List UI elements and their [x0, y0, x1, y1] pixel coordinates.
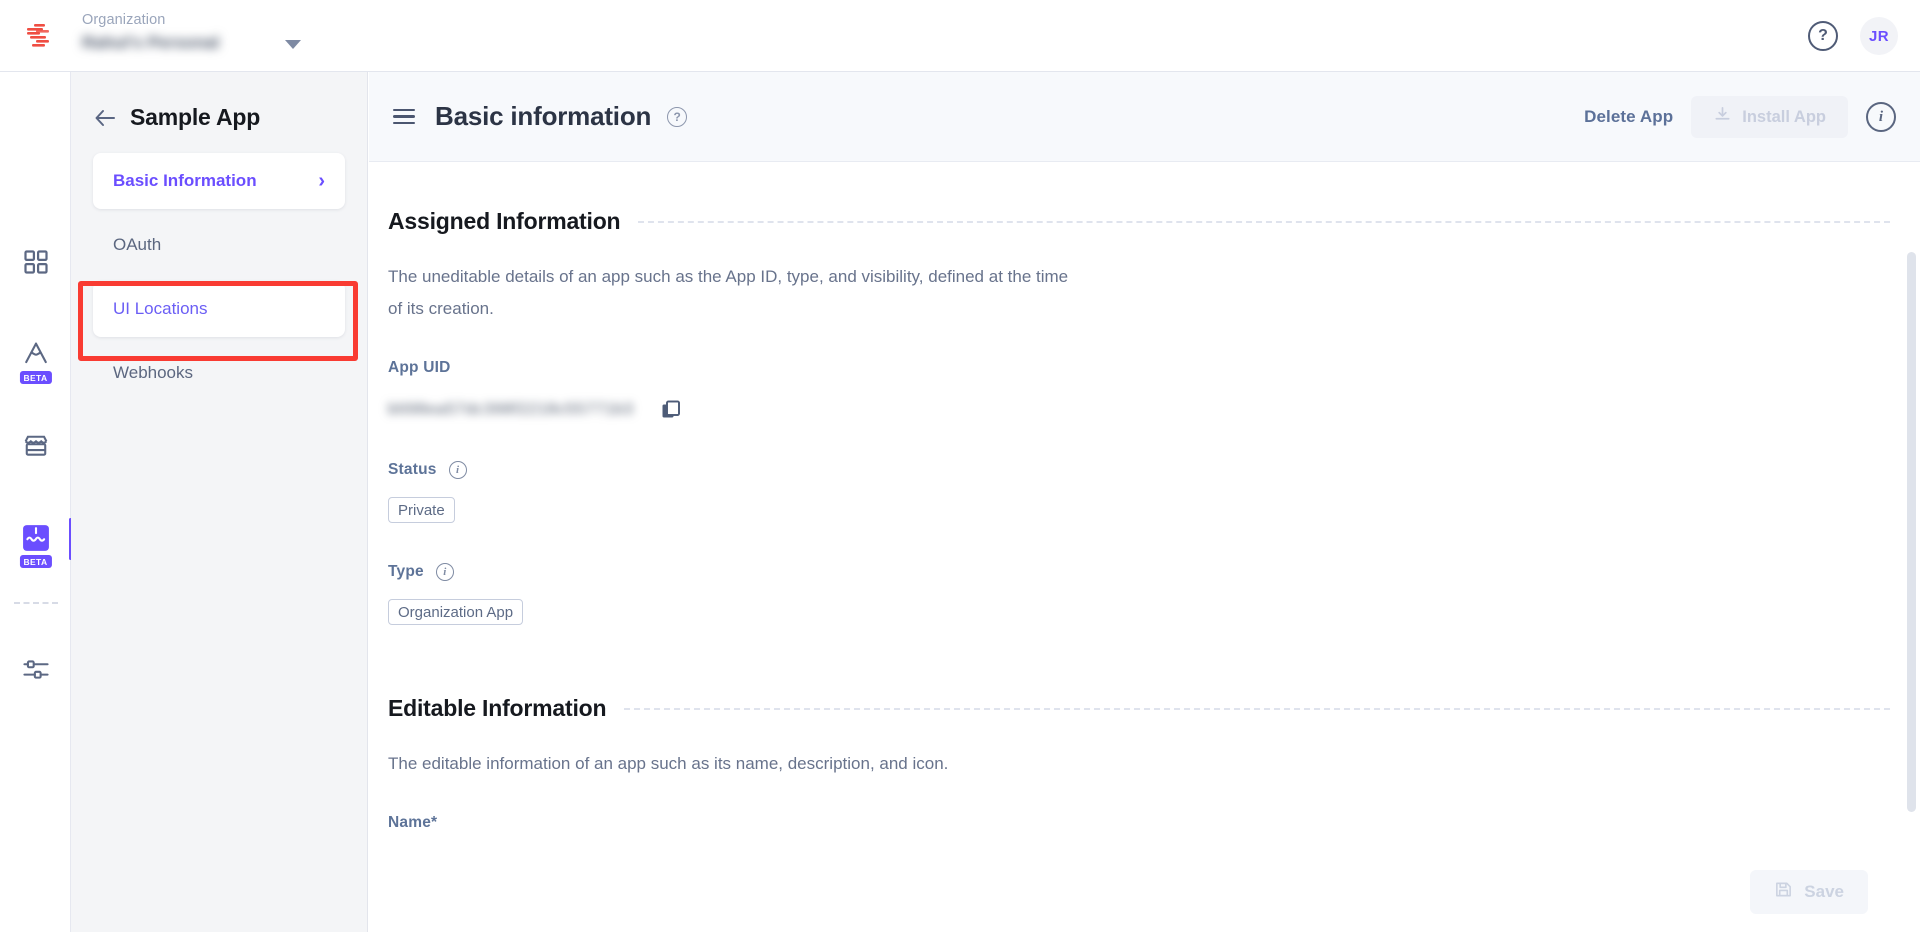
main-body: Assigned Information The uneditable deta…: [369, 162, 1920, 932]
chevron-down-icon[interactable]: [285, 40, 301, 49]
main-content: Basic information ? Delete App Install A…: [369, 72, 1920, 932]
store-icon: [19, 429, 53, 463]
app-sidebar-header: Sample App: [71, 72, 367, 131]
info-circle-icon[interactable]: i: [435, 563, 454, 581]
install-app-label: Install App: [1742, 107, 1826, 126]
download-install-icon: [1713, 105, 1732, 129]
editable-information-description: The editable information of an app such …: [388, 754, 949, 773]
type-label: Type i: [388, 563, 1890, 581]
organization-switcher[interactable]: Organization Rahul's Personal: [82, 10, 312, 62]
save-button[interactable]: Save: [1750, 870, 1868, 914]
chevron-right-icon: ›: [318, 170, 325, 192]
beta-badge: BETA: [19, 555, 52, 568]
name-label: Name*: [388, 814, 1890, 832]
top-bar-actions: ? JR: [1808, 0, 1898, 72]
rail-divider: [14, 602, 58, 604]
app-uid-row: blt98ea57dc398f2218c55771b3: [388, 399, 1890, 421]
beta-badge: BETA: [19, 371, 52, 384]
avatar[interactable]: JR: [1860, 17, 1898, 55]
rail-item-automations[interactable]: BETA: [0, 326, 71, 384]
sidebar-item-ui-locations[interactable]: UI Locations: [93, 281, 345, 337]
main-header: Basic information ? Delete App Install A…: [369, 72, 1920, 162]
rail-item-settings[interactable]: [0, 642, 71, 698]
puzzle-icon: BETA: [19, 521, 53, 568]
sidebar-item-label: OAuth: [113, 235, 162, 254]
footer-save-bar: Save: [369, 852, 1920, 932]
install-app-button[interactable]: Install App: [1691, 96, 1848, 138]
avatar-initials: JR: [1869, 27, 1889, 45]
section-title: Editable Information: [388, 695, 607, 721]
sidebar-item-basic-information[interactable]: Basic Information ›: [93, 153, 345, 209]
left-rail: BETA BETA: [0, 72, 72, 932]
sidebar-item-label: Basic Information: [113, 171, 257, 190]
help-circle-icon[interactable]: ?: [667, 106, 688, 127]
editable-information-section-header: Editable Information: [388, 695, 1890, 722]
save-disk-icon: [1774, 880, 1793, 904]
app-uid-label: App UID: [388, 359, 1890, 377]
copy-icon[interactable]: [660, 399, 682, 421]
hamburger-menu-icon[interactable]: [393, 108, 415, 125]
save-label: Save: [1804, 882, 1844, 901]
main-title: Basic information: [435, 101, 652, 131]
sidebar-item-label: Webhooks: [113, 363, 194, 382]
top-bar: Organization Rahul's Personal ? JR: [0, 0, 1920, 72]
help-glyph: ?: [1818, 27, 1828, 44]
compass-icon: BETA: [19, 337, 53, 384]
sliders-icon: [19, 653, 53, 687]
organization-label: Organization: [82, 12, 166, 28]
header-actions: Delete App Install App i: [1584, 72, 1896, 162]
grid-icon: [19, 245, 53, 279]
app-sidebar-nav: Basic Information › OAuth UI Locations W…: [71, 153, 367, 401]
content-container: Assigned Information The uneditable deta…: [369, 208, 1920, 896]
assigned-information-section-header: Assigned Information: [388, 208, 1890, 235]
help-circle-icon[interactable]: ?: [1808, 21, 1838, 51]
info-circle-icon[interactable]: i: [1866, 102, 1896, 132]
app-sidebar: Sample App Basic Information › OAuth UI …: [71, 72, 368, 932]
section-divider: [624, 707, 1890, 710]
app-uid-value: blt98ea57dc398f2218c55771b3: [388, 401, 634, 418]
section-title: Assigned Information: [388, 208, 621, 234]
page-title: Sample App: [130, 104, 261, 130]
section-divider: [638, 220, 1890, 223]
assigned-information-description: The uneditable details of an app such as…: [388, 267, 1069, 318]
info-circle-icon[interactable]: i: [448, 461, 467, 479]
sidebar-item-oauth[interactable]: OAuth: [93, 217, 345, 273]
status-label: Status i: [388, 461, 1890, 479]
vertical-scrollbar[interactable]: [1907, 252, 1916, 812]
contentstack-logo-icon[interactable]: [18, 16, 58, 56]
status-label-text: Status: [388, 461, 437, 478]
delete-app-button[interactable]: Delete App: [1584, 107, 1673, 127]
organization-name: Rahul's Personal: [82, 33, 220, 52]
sidebar-item-label: UI Locations: [113, 299, 208, 318]
type-label-text: Type: [388, 563, 424, 580]
arrow-left-icon[interactable]: [94, 109, 116, 127]
rail-item-apps[interactable]: BETA: [0, 510, 72, 568]
name-label-text: Name*: [388, 814, 438, 831]
type-badge: Organization App: [388, 599, 524, 625]
help-glyph: ?: [673, 109, 681, 124]
rail-item-dashboard[interactable]: [0, 234, 71, 290]
sidebar-item-webhooks[interactable]: Webhooks: [93, 345, 345, 401]
info-glyph: i: [1878, 108, 1884, 125]
rail-item-marketplace[interactable]: [0, 418, 71, 474]
status-badge: Private: [388, 497, 455, 523]
app-uid-label-text: App UID: [388, 359, 451, 376]
